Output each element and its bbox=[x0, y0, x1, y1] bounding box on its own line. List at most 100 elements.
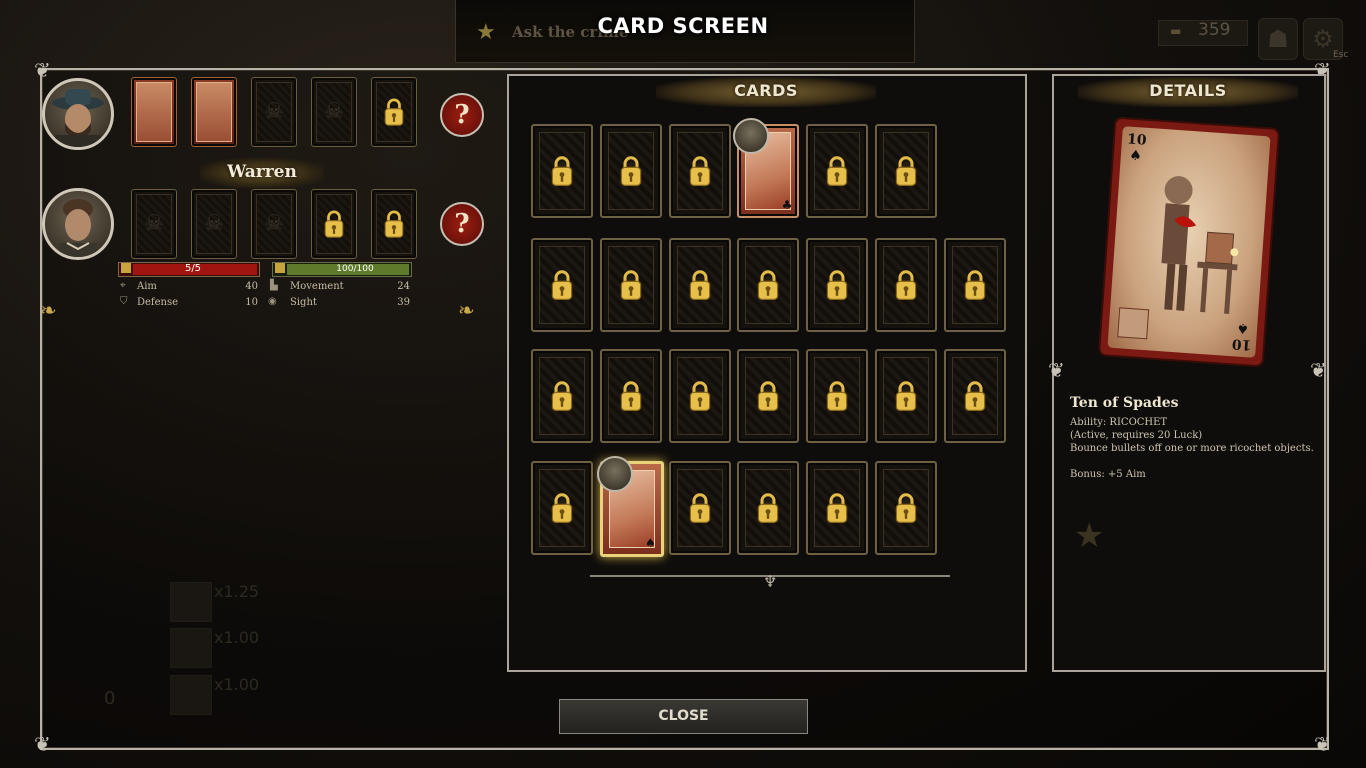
warren-card-slot[interactable] bbox=[371, 189, 417, 259]
stat-label-movement: Movement bbox=[290, 281, 344, 292]
owner-avatar-icon bbox=[596, 456, 633, 492]
portrait-warren[interactable] bbox=[42, 188, 114, 260]
card-description: Bounce bullets off one or more ricochet … bbox=[1070, 443, 1314, 454]
card-slot[interactable] bbox=[737, 349, 800, 443]
padlock-icon bbox=[895, 381, 917, 411]
padlock-icon bbox=[384, 98, 404, 126]
padlock-icon bbox=[689, 156, 710, 186]
card-ability: Ability: RICOCHET bbox=[1070, 417, 1168, 428]
help-badge-icon[interactable]: ? bbox=[440, 202, 484, 246]
card-slot[interactable] bbox=[599, 349, 662, 443]
padlock-icon bbox=[551, 493, 573, 523]
card-title: Ten of Spades bbox=[1070, 395, 1179, 411]
padlock-icon bbox=[895, 156, 917, 186]
scroll-ornament-icon: ❧ bbox=[458, 298, 475, 322]
padlock-icon bbox=[551, 381, 573, 411]
multiplier-slot bbox=[170, 675, 212, 715]
warren-card-slot[interactable]: ☠ bbox=[251, 189, 297, 259]
card-slot[interactable] bbox=[943, 349, 1006, 443]
multiplier-value: x1.00 bbox=[214, 675, 260, 694]
multiplier-slot bbox=[170, 582, 212, 622]
multiplier-slot bbox=[170, 628, 212, 668]
defense-icon: ⛉ bbox=[120, 296, 128, 307]
skull-icon: ☠ bbox=[324, 99, 344, 125]
corner-ornament-icon: ❦ bbox=[34, 732, 51, 756]
padlock-icon bbox=[689, 493, 710, 523]
card-slot[interactable] bbox=[806, 461, 869, 555]
close-button[interactable]: CLOSE bbox=[559, 699, 808, 734]
warren-card-slot[interactable]: ☠ bbox=[191, 189, 237, 259]
esc-label: Esc bbox=[1333, 50, 1349, 60]
stat-value-aim: 40 bbox=[245, 281, 258, 292]
member1-card-slot[interactable]: ☠ bbox=[311, 77, 357, 147]
card-slot[interactable] bbox=[875, 349, 937, 443]
scroll-ornament-icon: ❧ bbox=[40, 298, 57, 322]
padlock-icon bbox=[324, 210, 344, 238]
eye-icon: ◉ bbox=[268, 296, 277, 307]
card-slot[interactable] bbox=[531, 349, 593, 443]
scroll-handle-icon[interactable]: ♆ bbox=[763, 572, 777, 592]
card-rank-bottom: 10 ♠ bbox=[1231, 319, 1252, 353]
card-slot[interactable] bbox=[599, 238, 662, 332]
skull-icon: ☠ bbox=[264, 99, 284, 125]
help-badge-icon[interactable]: ? bbox=[440, 93, 484, 137]
card-slot[interactable] bbox=[531, 461, 593, 555]
luck-value: 100/100 bbox=[336, 264, 374, 274]
padlock-icon bbox=[964, 270, 985, 300]
card-slot[interactable] bbox=[806, 349, 869, 443]
card-slot[interactable] bbox=[875, 238, 937, 332]
card-slot[interactable] bbox=[737, 238, 800, 332]
star-icon: ★ bbox=[1074, 516, 1105, 556]
member1-card-slot[interactable] bbox=[371, 77, 417, 147]
warren-card-slot[interactable] bbox=[311, 189, 357, 259]
card-slot[interactable] bbox=[806, 238, 869, 332]
aim-icon: ⌖ bbox=[120, 280, 126, 291]
card-slot[interactable]: ♣ bbox=[733, 118, 800, 218]
money-value: 359 bbox=[1198, 20, 1231, 40]
selected-card-art: 10 ♠ 10 ♠ bbox=[1097, 116, 1281, 368]
card-slot[interactable] bbox=[737, 461, 800, 555]
card-slot[interactable] bbox=[943, 238, 1006, 332]
card-back-pattern bbox=[196, 82, 232, 142]
ghost-counter: 0 bbox=[104, 688, 116, 709]
card-slot[interactable] bbox=[668, 124, 731, 218]
member1-card-slot[interactable]: ☠ bbox=[251, 77, 297, 147]
suit-icon: ♣ bbox=[781, 198, 793, 212]
ability-emblem-icon bbox=[1117, 307, 1150, 340]
card-slot[interactable] bbox=[531, 238, 593, 332]
card-slot[interactable] bbox=[531, 124, 593, 218]
details-header: DETAILS bbox=[1149, 81, 1227, 100]
padlock-icon bbox=[895, 493, 917, 523]
divider-ornament-icon: ❦ bbox=[1048, 358, 1065, 382]
member1-card-slot[interactable] bbox=[131, 77, 177, 147]
card-slot[interactable] bbox=[875, 124, 937, 218]
cards-header: CARDS bbox=[734, 81, 798, 100]
padlock-icon bbox=[384, 210, 404, 238]
stat-value-defense: 10 bbox=[245, 297, 258, 308]
warren-card-slot[interactable]: ☠ bbox=[131, 189, 177, 259]
health-value: 5/5 bbox=[184, 263, 202, 274]
stat-value-movement: 24 bbox=[397, 281, 410, 292]
card-slot[interactable] bbox=[668, 349, 731, 443]
padlock-icon bbox=[826, 381, 848, 411]
boot-icon: ▙ bbox=[270, 280, 278, 291]
padlock-icon bbox=[551, 270, 573, 300]
padlock-icon bbox=[689, 381, 710, 411]
divider-ornament-icon: ❦ bbox=[1310, 358, 1327, 382]
card-bonus: Bonus: +5 Aim bbox=[1070, 469, 1146, 480]
stat-value-sight: 39 bbox=[397, 297, 410, 308]
corner-ornament-icon: ❦ bbox=[1314, 732, 1331, 756]
character-menu-icon[interactable]: ☗ bbox=[1258, 18, 1298, 60]
card-slot[interactable]: ♠ bbox=[596, 456, 664, 557]
luck-icon bbox=[275, 263, 285, 273]
member1-card-slot[interactable] bbox=[191, 77, 237, 147]
card-slot[interactable] bbox=[806, 124, 869, 218]
stat-label-defense: Defense bbox=[137, 297, 179, 308]
card-slot[interactable] bbox=[875, 461, 937, 555]
card-slot[interactable] bbox=[599, 124, 662, 218]
card-slot[interactable] bbox=[668, 238, 731, 332]
padlock-icon bbox=[826, 270, 848, 300]
portrait-gunslinger[interactable] bbox=[42, 78, 114, 150]
card-slot[interactable] bbox=[668, 461, 731, 555]
corner-ornament-icon: ❦ bbox=[34, 58, 51, 82]
